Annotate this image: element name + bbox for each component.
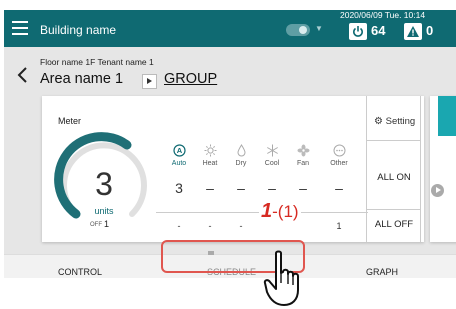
gear-icon: ⚙ — [374, 116, 383, 127]
chevron-down-icon[interactable]: ▼ — [315, 24, 323, 33]
mode-label: Auto — [171, 160, 187, 167]
hand-pointer-icon — [263, 250, 299, 306]
power-icon[interactable] — [349, 23, 367, 40]
step-number: 1 — [261, 200, 273, 222]
mode-fan[interactable]: Fan — [288, 144, 318, 167]
mode-label: Heat — [202, 160, 218, 167]
step-sub: -(1) — [272, 202, 299, 221]
meter-units: units — [94, 206, 114, 216]
auto-icon: A — [172, 144, 186, 157]
mode-heat[interactable]: Heat — [195, 144, 225, 167]
all-on-button[interactable]: ALL ON — [367, 172, 421, 183]
svg-text:A: A — [176, 146, 182, 155]
group-link[interactable]: GROUP — [164, 71, 217, 87]
meter-value: 3 — [95, 166, 113, 202]
next-page-icon[interactable] — [431, 184, 444, 197]
next-card[interactable] — [430, 96, 456, 242]
mode-label: Dry — [235, 160, 247, 167]
tab-control[interactable]: CONTROL — [58, 267, 102, 277]
setting-label: Setting — [385, 116, 416, 127]
divider — [367, 140, 421, 141]
mode-count: – — [237, 180, 245, 196]
mode-auto[interactable]: A Auto — [164, 144, 194, 167]
area-name: Area name 1 — [40, 71, 124, 87]
mode-off-count: 1 — [336, 221, 342, 231]
tab-graph[interactable]: GRAPH — [366, 267, 398, 277]
power-on-count: 64 — [371, 23, 386, 38]
meter-label: Meter — [58, 116, 82, 126]
other-icon — [333, 144, 345, 157]
mode-count: – — [299, 180, 307, 196]
mode-count: 3 — [175, 180, 183, 196]
mode-dry[interactable]: Dry — [226, 144, 256, 167]
alert-count: 0 — [426, 23, 434, 38]
warning-icon[interactable] — [404, 23, 422, 40]
setting-button[interactable]: ⚙ Setting — [374, 116, 415, 127]
dry-icon — [236, 144, 246, 157]
top-bar: Building name ▼ 2020/06/09 Tue. 10:14 64… — [4, 10, 456, 47]
cool-icon — [266, 144, 278, 157]
card-header-strip — [438, 96, 456, 136]
all-off-button[interactable]: ALL OFF — [367, 219, 421, 230]
mode-label: Other — [330, 160, 348, 167]
mode-off-count: - — [239, 221, 243, 231]
off-label: OFF — [90, 222, 102, 228]
mode-off-count: - — [177, 221, 181, 231]
display-toggle[interactable] — [286, 24, 310, 36]
mode-cool[interactable]: Cool — [257, 144, 287, 167]
mode-label: Fan — [296, 160, 310, 167]
mode-count: – — [268, 180, 276, 196]
datetime: 2020/06/09 Tue. 10:14 — [340, 10, 426, 20]
app-window: Building name ▼ 2020/06/09 Tue. 10:14 64… — [4, 10, 456, 278]
off-value: 1 — [104, 219, 110, 229]
menu-icon[interactable] — [12, 21, 28, 35]
building-name: Building name — [40, 23, 117, 37]
heat-icon — [204, 144, 216, 157]
mode-label: Cool — [264, 160, 280, 167]
mode-off-count: - — [208, 221, 212, 231]
back-arrow-icon[interactable] — [15, 65, 31, 85]
divider — [367, 209, 421, 210]
floor-tenant-label: Floor name 1F Tenant name 1 — [40, 57, 154, 67]
meter-card: Meter 3 units OFF 1 A Auto Heat Dry Cool… — [42, 96, 424, 242]
area-next-icon[interactable] — [142, 74, 157, 89]
mode-count: – — [335, 180, 343, 196]
mode-count: – — [206, 180, 214, 196]
step-annotation: 1-(1) — [259, 200, 301, 223]
fan-icon — [297, 144, 309, 157]
mode-other[interactable]: Other — [324, 144, 354, 167]
